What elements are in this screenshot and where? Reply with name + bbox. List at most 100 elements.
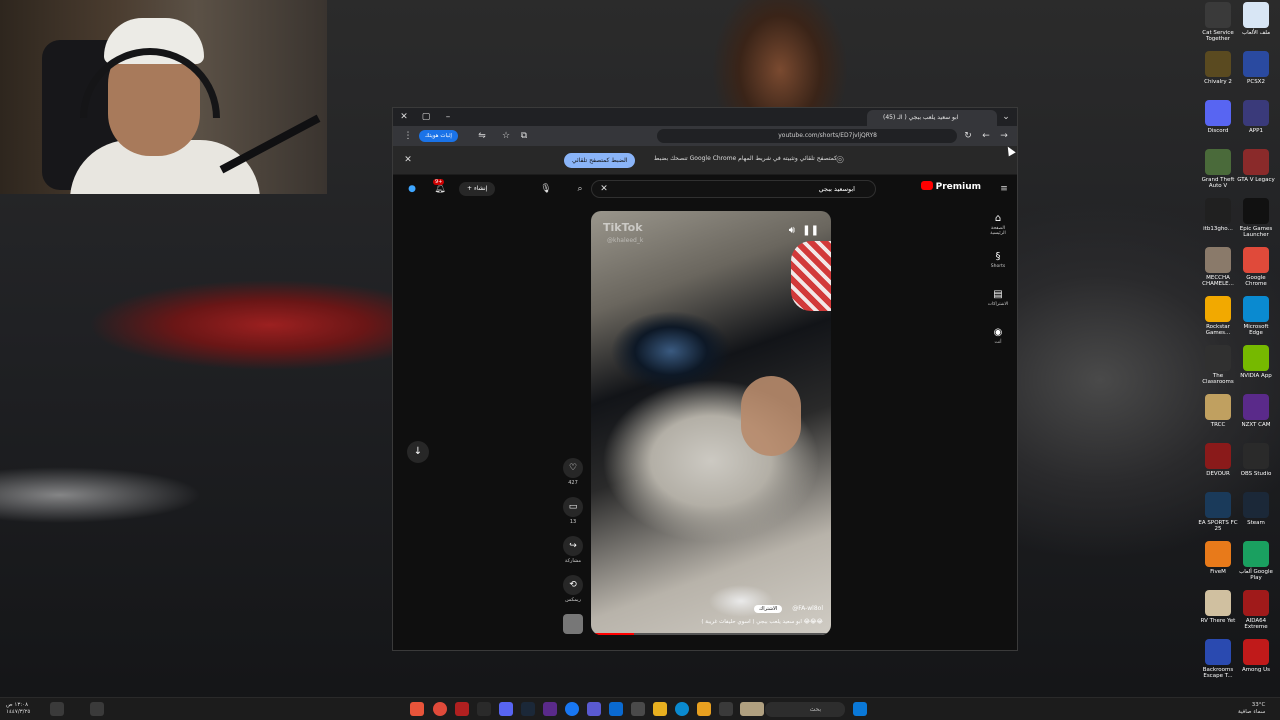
desktop-shortcut[interactable]: itb13gho... bbox=[1198, 198, 1238, 246]
like-icon[interactable]: ♡ bbox=[563, 458, 583, 478]
remix-icon[interactable]: ⟲ bbox=[563, 575, 583, 595]
store-taskbar-icon[interactable] bbox=[631, 702, 645, 716]
steam-taskbar-icon[interactable] bbox=[521, 702, 535, 716]
volume-icon[interactable]: 🔊︎ bbox=[789, 225, 795, 236]
desktop-shortcut[interactable]: Epic Games Launcher bbox=[1236, 198, 1276, 246]
app-gray-icon[interactable] bbox=[719, 702, 733, 716]
short-caption[interactable]: ابو سعيد يلعب ببجي ( اسوي حليفات غريبة )… bbox=[701, 619, 823, 625]
windows-start-icon[interactable] bbox=[853, 702, 867, 716]
desktop-shortcut[interactable]: Microsoft Edge bbox=[1236, 296, 1276, 344]
desktop-shortcut-label: TRCC bbox=[1210, 422, 1226, 428]
clock-date: ١٤٤٧/٣/٢٥ bbox=[6, 709, 31, 715]
short-video-player[interactable]: TikTok @khaleed_k 🔊︎ ❚❚ الاشتراك @FA-wl8… bbox=[591, 211, 831, 635]
desktop-shortcut[interactable]: GTA V Legacy bbox=[1236, 149, 1276, 197]
close-infobar-icon[interactable]: ✕ bbox=[397, 151, 419, 169]
network-icon[interactable] bbox=[50, 702, 64, 716]
weather-widget[interactable]: 33°C سماء صافية bbox=[1238, 702, 1265, 716]
search-input[interactable]: ابوسعيد ببجي bbox=[591, 180, 876, 198]
desktop-shortcut[interactable]: AIDA64 Extreme bbox=[1236, 590, 1276, 638]
widgets-icon[interactable] bbox=[740, 702, 764, 716]
next-short-icon[interactable]: ↓ bbox=[407, 441, 429, 463]
minimize-icon[interactable]: – bbox=[437, 108, 459, 126]
desktop-shortcut[interactable]: The Classrooms bbox=[1198, 345, 1238, 393]
desktop-shortcut[interactable]: Grand Theft Auto V bbox=[1198, 149, 1238, 197]
account-avatar-icon[interactable]: ● bbox=[401, 180, 423, 198]
desktop-shortcut[interactable]: TRCC bbox=[1198, 394, 1238, 442]
facebook-taskbar-icon[interactable] bbox=[565, 702, 579, 716]
desktop-shortcut[interactable]: OBS Studio bbox=[1236, 443, 1276, 491]
desktop-shortcut[interactable]: NVIDIA App bbox=[1236, 345, 1276, 393]
cast-icon[interactable]: ⧉ bbox=[513, 127, 535, 145]
aida-taskbar-icon[interactable] bbox=[455, 702, 469, 716]
back-icon[interactable]: → bbox=[993, 127, 1015, 145]
progress-track[interactable] bbox=[591, 633, 831, 635]
menu-icon[interactable]: ⋮ bbox=[397, 127, 419, 145]
app-yellow-icon[interactable] bbox=[697, 702, 711, 716]
discord-taskbar-icon[interactable] bbox=[499, 702, 513, 716]
taskbar-search[interactable]: بحث bbox=[765, 702, 845, 717]
obs-taskbar-icon[interactable] bbox=[477, 702, 491, 716]
youtube-premium-logo[interactable]: Premium bbox=[920, 181, 981, 192]
comment-count: 13 bbox=[569, 519, 577, 525]
tab-youtube[interactable]: (45) ابو سعيد يلعب ببجي ( الـ bbox=[867, 110, 997, 126]
desktop-shortcut[interactable]: EA SPORTS FC 25 bbox=[1198, 492, 1238, 540]
desktop-shortcut[interactable]: DEVOUR bbox=[1198, 443, 1238, 491]
desktop-shortcut[interactable]: FiveM bbox=[1198, 541, 1238, 589]
desktop-shortcut[interactable]: Rockstar Games... bbox=[1198, 296, 1238, 344]
hamburger-menu-icon[interactable]: ≡ bbox=[993, 180, 1015, 198]
set-default-button[interactable]: الضبط كمتصفح تلقائي bbox=[564, 153, 636, 168]
desktop-shortcut[interactable]: RV There Yet bbox=[1198, 590, 1238, 638]
sound-thumbnail[interactable] bbox=[563, 614, 583, 634]
taskbar-search-label: بحث bbox=[809, 706, 821, 713]
sidebar-item[interactable]: ◉ أنت bbox=[985, 326, 1011, 364]
search-icon[interactable]: ⌕ bbox=[569, 180, 591, 198]
desktop-shortcut[interactable]: Chivalry 2 bbox=[1198, 51, 1238, 99]
outlook-taskbar-icon[interactable] bbox=[609, 702, 623, 716]
sidebar-item[interactable]: ⌂ الصفحة الرئيسية bbox=[985, 212, 1011, 250]
maximize-icon[interactable]: ▢ bbox=[415, 108, 437, 126]
tab-search-icon[interactable]: ⌄ bbox=[995, 108, 1017, 126]
desktop-shortcut[interactable]: NZXT CAM bbox=[1236, 394, 1276, 442]
epic-icon bbox=[1243, 198, 1269, 224]
create-button[interactable]: + إنشاء bbox=[459, 182, 496, 196]
desktop-shortcut[interactable]: Backrooms Escape T... bbox=[1198, 639, 1238, 687]
game2-icon bbox=[1205, 247, 1231, 273]
profile-button[interactable]: إثبات هويتك bbox=[419, 130, 458, 142]
desktop-shortcut[interactable]: Among Us bbox=[1236, 639, 1276, 687]
desktop-shortcut[interactable]: ملف الألعاب bbox=[1236, 2, 1276, 50]
nzxt-taskbar-icon[interactable] bbox=[543, 702, 557, 716]
voice-search-icon[interactable]: 🎙︎ bbox=[535, 180, 557, 198]
desktop-shortcut[interactable]: Cat Service Together bbox=[1198, 2, 1238, 50]
desktop-shortcut[interactable]: Steam bbox=[1236, 492, 1276, 540]
desktop-shortcut-label: RV There Yet bbox=[1200, 618, 1236, 624]
app-red-icon[interactable] bbox=[410, 702, 424, 716]
clock[interactable]: ١٣:٠٨ ص ١٤٤٧/٣/٢٥ bbox=[6, 702, 30, 716]
edge-taskbar-icon[interactable] bbox=[675, 702, 689, 716]
progress-fill bbox=[591, 633, 635, 635]
desktop-shortcut[interactable]: ألعاب Google Play bbox=[1236, 541, 1276, 589]
desktop-shortcut[interactable]: Discord bbox=[1198, 100, 1238, 148]
pause-icon[interactable]: ❚❚ bbox=[802, 225, 819, 236]
sidebar-item[interactable]: ▤ الاشتراكات bbox=[985, 288, 1011, 326]
desktop-shortcut[interactable]: Google Chrome bbox=[1236, 247, 1276, 295]
clear-search-icon[interactable]: ✕ bbox=[593, 180, 615, 198]
comment-icon[interactable]: ▭ bbox=[563, 497, 583, 517]
teams-taskbar-icon[interactable] bbox=[587, 702, 601, 716]
close-window-icon[interactable]: ✕ bbox=[393, 108, 415, 126]
url-bar[interactable]: youtube.com/shorts/ED7jvljQRY8 bbox=[657, 129, 957, 143]
desktop-shortcut[interactable]: PCSX2 bbox=[1236, 51, 1276, 99]
channel-name[interactable]: @FA-wl8ol bbox=[792, 605, 823, 612]
subscribe-button[interactable]: الاشتراك bbox=[754, 605, 783, 613]
desktop-shortcut[interactable]: APP1 bbox=[1236, 100, 1276, 148]
mic-icon[interactable] bbox=[90, 702, 104, 716]
sidebar-item-label: الاشتراكات bbox=[987, 302, 1009, 307]
share-icon[interactable]: ↪ bbox=[563, 536, 583, 556]
sidebar-item[interactable]: § Shorts bbox=[985, 250, 1011, 288]
explorer-taskbar-icon[interactable] bbox=[653, 702, 667, 716]
desktop-shortcut-label: Epic Games Launcher bbox=[1239, 226, 1273, 238]
extensions-icon[interactable]: ⇋ bbox=[471, 127, 493, 145]
fc25-icon bbox=[1205, 492, 1231, 518]
chrome-taskbar-icon[interactable] bbox=[433, 702, 447, 716]
desktop-shortcut[interactable]: MECCHA CHAMELE... bbox=[1198, 247, 1238, 295]
address-bar-row: إثبات هويتك ⋮ ⇋ ☆ ⧉ youtube.com/shorts/E… bbox=[393, 126, 1017, 146]
